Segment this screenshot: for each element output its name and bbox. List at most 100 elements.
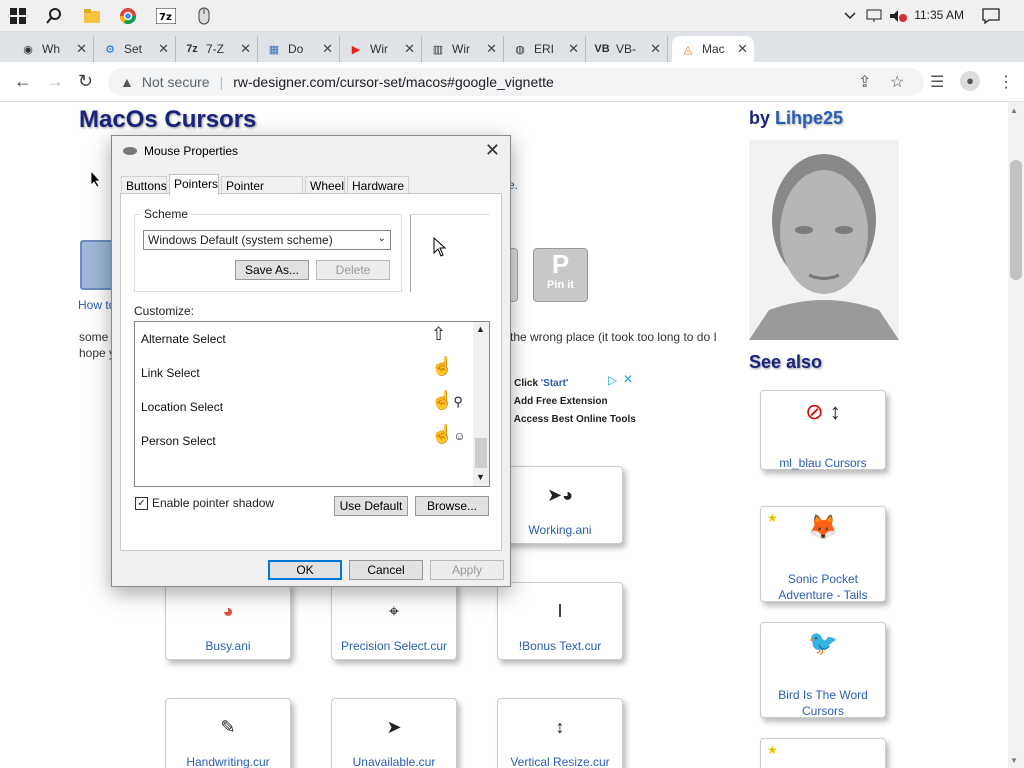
- cursor-card-unavailable[interactable]: ➤ Unavailable.cur: [331, 698, 457, 768]
- ad-line-2[interactable]: ) Add Free Extension: [508, 396, 608, 407]
- ad-line-1[interactable]: ) Click 'Start': [508, 378, 568, 389]
- dialog-close-icon[interactable]: ✕: [485, 140, 500, 161]
- tab-7zip[interactable]: 7z 7-Z ✕: [176, 36, 258, 62]
- menu-kebab-icon[interactable]: ⋮: [998, 72, 1014, 92]
- list-item-location-select[interactable]: Location Select: [141, 400, 223, 414]
- clock[interactable]: 11:35 AM: [914, 8, 964, 22]
- pointer-list[interactable]: Alternate Select ⇧ Link Select ☝ Locatio…: [134, 321, 490, 487]
- checkbox-checked-icon[interactable]: ✓: [135, 496, 148, 510]
- adchoices-icon[interactable]: ▷: [608, 373, 617, 387]
- cursor-card-busy[interactable]: ◕ Busy.ani: [165, 582, 291, 660]
- hand-location-cursor-icon: ☝⚲: [431, 390, 463, 410]
- use-default-button[interactable]: Use Default: [334, 496, 408, 516]
- image-icon: ▦: [268, 43, 280, 56]
- globe-icon: ◍: [515, 43, 525, 56]
- back-icon[interactable]: ←: [14, 71, 32, 92]
- notification-icon[interactable]: [980, 0, 1002, 32]
- author-avatar[interactable]: [749, 140, 899, 340]
- network-icon[interactable]: [864, 0, 884, 32]
- close-icon[interactable]: ✕: [322, 41, 333, 57]
- list-item-person-select[interactable]: Person Select: [141, 434, 216, 448]
- unavailable-cursor-icon: ➤: [386, 717, 402, 737]
- tab-wheel[interactable]: Wheel: [305, 176, 345, 194]
- delete-button[interactable]: Delete: [316, 260, 390, 280]
- warning-icon[interactable]: ▲: [120, 74, 134, 90]
- see-also-next[interactable]: ★: [760, 738, 886, 768]
- see-also-ml-blau[interactable]: ⊘ ↕ ml_blau Cursors: [760, 390, 886, 470]
- body-text-left-1: some: [79, 330, 109, 344]
- list-scroll-down-icon[interactable]: ▼: [476, 472, 485, 482]
- list-scrollbar-thumb[interactable]: [475, 438, 487, 468]
- tab-pointer-options[interactable]: Pointer Options: [221, 176, 303, 207]
- tab-vb[interactable]: VB VB- ✕: [586, 36, 668, 62]
- reload-icon[interactable]: ↻: [78, 71, 93, 92]
- tab-buttons[interactable]: Buttons: [121, 176, 167, 194]
- forward-icon[interactable]: →: [46, 71, 64, 92]
- ad-close-icon[interactable]: ✕: [623, 372, 633, 386]
- address-bar[interactable]: ▲ Not secure | rw-designer.com/cursor-se…: [108, 68, 924, 96]
- author-line: by Lihpe25: [749, 108, 844, 128]
- see-also-heading: See also: [749, 352, 823, 372]
- apply-button[interactable]: Apply: [430, 560, 504, 580]
- pin-it-button[interactable]: P Pin it: [533, 248, 588, 302]
- close-icon[interactable]: ✕: [568, 41, 579, 57]
- close-icon[interactable]: ✕: [158, 41, 169, 57]
- cancel-button[interactable]: Cancel: [349, 560, 423, 580]
- cursor-card-working[interactable]: ➤◕ Working.ani: [497, 466, 623, 544]
- scroll-down-icon[interactable]: ▼: [1010, 756, 1018, 765]
- ok-button[interactable]: OK: [268, 560, 342, 580]
- volume-muted-icon[interactable]: [888, 0, 908, 32]
- url-text[interactable]: rw-designer.com/cursor-set/macos#google_…: [233, 74, 554, 90]
- browse-button[interactable]: Browse...: [415, 496, 489, 516]
- profile-avatar-icon[interactable]: ●: [960, 71, 980, 91]
- tab-pointers[interactable]: Pointers: [169, 174, 219, 195]
- pointer-preview: [410, 214, 490, 292]
- see-also-bird[interactable]: 🐦 Bird Is The Word Cursors: [760, 622, 886, 718]
- close-icon[interactable]: ✕: [486, 41, 497, 57]
- tab-hardware[interactable]: Hardware: [347, 176, 409, 194]
- see-also-sonic-tails[interactable]: ★ 🦊 Sonic Pocket Adventure - Tails: [760, 506, 886, 602]
- tab-settings[interactable]: ⚙ Set ✕: [94, 36, 176, 62]
- chrome-icon[interactable]: [114, 3, 142, 29]
- save-as-button[interactable]: Save As...: [235, 260, 309, 280]
- tab-wikipedia[interactable]: ▥ Wir ✕: [422, 36, 504, 62]
- tab-eri[interactable]: ◍ ERI ✕: [504, 36, 586, 62]
- mouse-icon[interactable]: [190, 3, 218, 29]
- list-item-alternate-select[interactable]: Alternate Select: [141, 332, 226, 346]
- dialog-title-bar[interactable]: Mouse Properties: [122, 144, 238, 158]
- file-explorer-icon[interactable]: [78, 3, 106, 29]
- list-scroll-up-icon[interactable]: ▲: [476, 324, 485, 334]
- ad-line-3[interactable]: ) Access Best Online Tools: [508, 414, 636, 425]
- close-icon[interactable]: ✕: [737, 41, 748, 57]
- reading-list-icon[interactable]: ☰: [930, 72, 944, 92]
- scheme-select[interactable]: Windows Default (system scheme) ⌄: [143, 230, 391, 250]
- cursor-card-handwriting[interactable]: ✎ Handwriting.cur: [165, 698, 291, 768]
- cursor-card-precision[interactable]: ⌖ Precision Select.cur: [331, 582, 457, 660]
- search-icon[interactable]: [40, 3, 68, 29]
- tab-whatsapp[interactable]: ◉ Wh ✕: [12, 36, 94, 62]
- share-icon[interactable]: ⇪: [858, 72, 871, 92]
- cursor-card-text[interactable]: I !Bonus Text.cur: [497, 582, 623, 660]
- text-beam-cursor-icon: I: [557, 601, 563, 621]
- star-icon[interactable]: ☆: [890, 72, 904, 92]
- 7zip-icon[interactable]: 7z: [152, 3, 180, 29]
- cursor-card-vertical-resize[interactable]: ↕ Vertical Resize.cur: [497, 698, 623, 768]
- page-scrollbar-thumb[interactable]: [1010, 160, 1022, 280]
- not-secure-label[interactable]: Not secure: [142, 74, 210, 90]
- tab-macos[interactable]: ◬ Mac ✕: [672, 36, 754, 62]
- how-to-link[interactable]: How to: [78, 298, 115, 312]
- list-item-link-select[interactable]: Link Select: [141, 366, 200, 380]
- windows-start-icon[interactable]: [4, 3, 32, 29]
- browser-tab-strip: ◉ Wh ✕ ⚙ Set ✕ 7z 7-Z ✕ ▦ Do ✕ ▶ Wir ✕ ▥ Wir ✕ ◍ ERI ✕…: [0, 32, 1024, 90]
- close-icon[interactable]: ✕: [404, 41, 415, 57]
- scroll-up-icon[interactable]: ▲: [1010, 106, 1018, 115]
- tab-download[interactable]: ▦ Do ✕: [258, 36, 340, 62]
- author-link[interactable]: Lihpe25: [775, 108, 843, 128]
- close-icon[interactable]: ✕: [240, 41, 251, 57]
- pointer-shadow-checkbox[interactable]: ✓ Enable pointer shadow: [135, 496, 274, 510]
- chevron-up-icon[interactable]: [842, 0, 858, 32]
- close-icon[interactable]: ✕: [650, 41, 661, 57]
- chrome-icon: ◉: [23, 43, 33, 56]
- tab-youtube[interactable]: ▶ Wir ✕: [340, 36, 422, 62]
- close-icon[interactable]: ✕: [76, 41, 87, 57]
